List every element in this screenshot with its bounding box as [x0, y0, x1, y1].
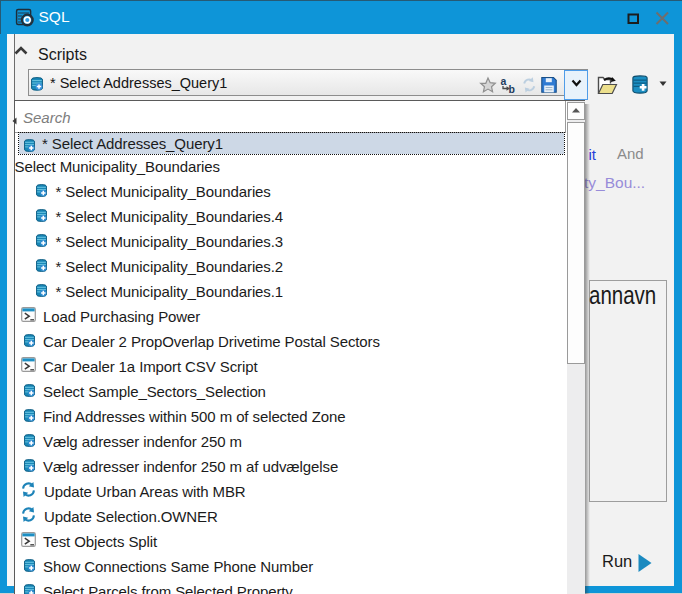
svg-text:a: a: [501, 76, 507, 87]
